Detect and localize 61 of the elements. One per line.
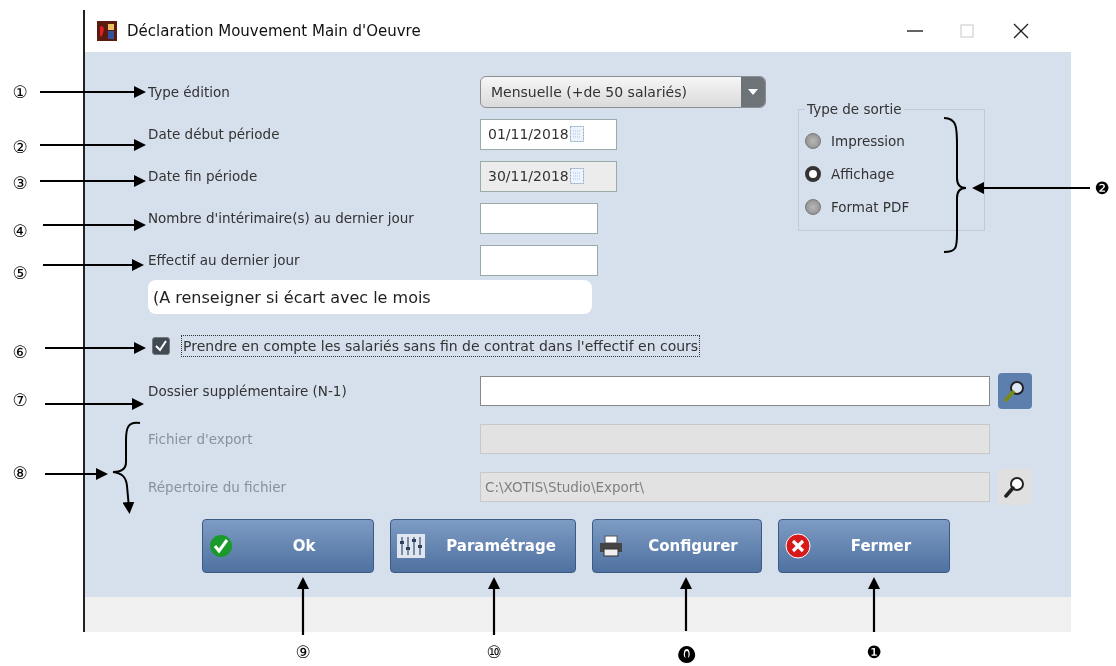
field-label: Type édition [148, 84, 231, 100]
date-value: 01/11/2018 [488, 126, 569, 142]
date-value: 30/11/2018 [488, 168, 569, 184]
close-icon [1011, 21, 1031, 41]
search-icon [1004, 476, 1026, 498]
field-label: Date début période [148, 126, 281, 142]
annotation-number: ⑩ [485, 641, 503, 664]
printer-icon [599, 535, 623, 557]
search-button[interactable] [998, 373, 1032, 409]
arrow [45, 468, 108, 480]
field-label: Fichier d'export [148, 431, 254, 447]
radio-option[interactable]: Format PDF [805, 196, 984, 218]
date-field[interactable]: 30/11/2018 [480, 160, 617, 192]
calendar-icon [569, 168, 584, 184]
input-field[interactable] [480, 244, 598, 276]
dropdown[interactable]: Mensuelle (+de 50 salariés) [480, 76, 766, 108]
group-title: Type de sortie [805, 101, 904, 117]
arrow [680, 577, 692, 631]
app-icon [97, 21, 117, 41]
maximize-icon [957, 21, 977, 41]
annotation-number: ⓿ [676, 641, 696, 664]
check-icon [155, 340, 167, 352]
close-icon [785, 533, 811, 559]
annotation-number: ⑥ [11, 341, 29, 364]
dialog-button[interactable]: Fermer [778, 519, 950, 573]
field-label: Dossier supplémentaire (N-1) [148, 383, 348, 399]
annotation-number: ④ [11, 220, 29, 243]
arrow [488, 577, 500, 635]
annotation-number: ② [11, 136, 29, 159]
search-icon [1004, 380, 1026, 402]
annotation-number: ⑤ [11, 262, 29, 285]
calendar-icon [569, 126, 584, 142]
annotation-number: ❷ [1093, 177, 1111, 200]
sliders-icon [397, 534, 425, 558]
date-field[interactable]: 01/11/2018 [480, 118, 617, 150]
field-label: Nombre d'intérimaire(s) au dernier jour [148, 210, 415, 226]
annotation-number: ① [11, 81, 29, 104]
checkbox[interactable] [152, 337, 170, 355]
dialog-button[interactable]: Configurer [592, 519, 762, 573]
annotation-number: ⑨ [294, 641, 312, 664]
checkbox-label[interactable]: Prendre en compte les salariés sans fin de contrat dans l'effectif en cours [181, 335, 701, 357]
note-field: (A renseigner si écart avec le mois [148, 280, 592, 314]
check-icon [209, 534, 233, 558]
annotation-number: ⑧ [11, 462, 29, 485]
arrow [868, 577, 880, 632]
annotation-number: ⑦ [11, 389, 29, 412]
field-label: Effectif au dernier jour [148, 252, 301, 268]
dialog-button[interactable]: Ok [202, 519, 374, 573]
minimize-icon [907, 30, 923, 32]
field-label: Répertoire du fichier [148, 479, 288, 495]
annotation-number: ③ [11, 172, 29, 195]
annotation-number: ❶ [865, 641, 883, 664]
arrow [297, 577, 309, 635]
dialog-button[interactable]: Paramétrage [390, 519, 576, 573]
input-field[interactable] [480, 376, 990, 406]
radio-option[interactable]: Affichage [805, 163, 984, 185]
dropdown-arrow-icon [748, 89, 758, 95]
window-title: Déclaration Mouvement Main d'Oeuvre [127, 22, 421, 40]
field-label: Date fin période [148, 168, 259, 184]
input-field[interactable] [480, 202, 598, 234]
radio-option[interactable]: Impression [805, 130, 984, 152]
